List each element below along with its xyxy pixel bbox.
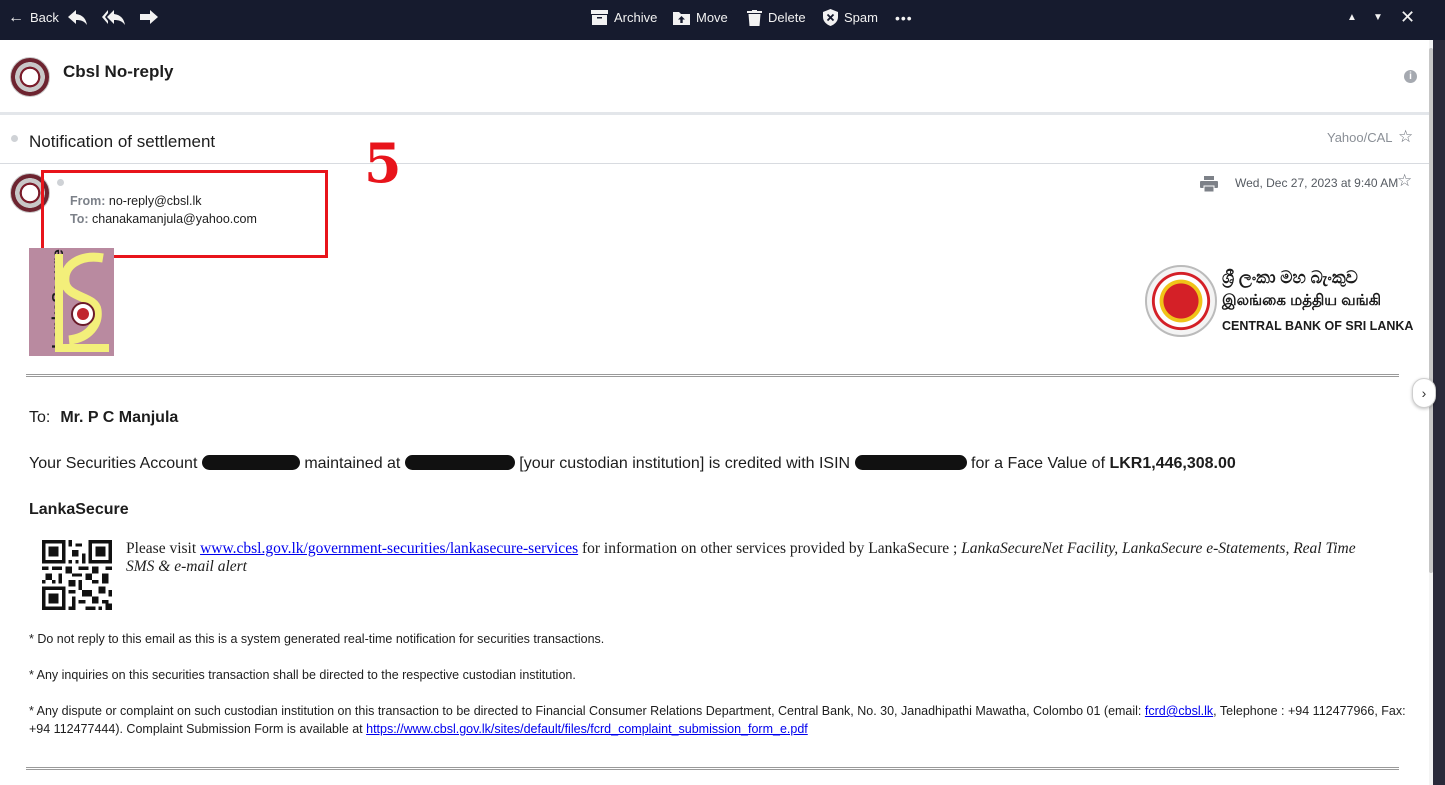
recipient-line: To: Mr. P C Manjula xyxy=(29,409,179,426)
annotation-number: 5 xyxy=(364,131,402,195)
redacted-custodian xyxy=(404,455,515,470)
more-icon: ••• xyxy=(895,9,913,26)
chevron-down-icon: ▼ xyxy=(1373,12,1383,23)
print-icon[interactable] xyxy=(1200,176,1218,192)
move-button[interactable]: Move xyxy=(673,0,728,35)
cb-name-tamil: இலங்கை மத்திய வங்கி xyxy=(1222,292,1382,309)
forward-icon xyxy=(140,9,158,24)
chevron-up-icon: ▲ xyxy=(1347,12,1357,23)
annotation-box xyxy=(41,170,328,258)
reply-icon xyxy=(68,9,87,25)
complaint-form-link[interactable]: https://www.cbsl.gov.lk/sites/default/fi… xyxy=(366,722,808,736)
info-icon[interactable]: i xyxy=(1404,70,1417,83)
message-star-icon[interactable]: ☆ xyxy=(1397,171,1412,191)
sender-header: Cbsl No-reply i xyxy=(0,40,1433,115)
close-button[interactable]: ✕ xyxy=(1400,0,1415,35)
close-icon: ✕ xyxy=(1400,7,1416,27)
lankasecure-logo: LankaSecure xyxy=(29,248,114,356)
back-button[interactable]: ← Back xyxy=(8,0,59,35)
shield-icon xyxy=(823,9,838,26)
sender-name[interactable]: Cbsl No-reply xyxy=(63,62,174,82)
message-date: Wed, Dec 27, 2023 at 9:40 AM xyxy=(1235,176,1399,190)
lankasecure-emblem xyxy=(55,252,109,352)
services-paragraph: Please visit www.cbsl.gov.lk/government-… xyxy=(126,540,1356,575)
delete-button[interactable]: Delete xyxy=(747,0,806,35)
reply-all-icon xyxy=(102,9,125,25)
reply-all-button[interactable] xyxy=(102,0,126,35)
archive-icon xyxy=(591,10,608,25)
trash-icon xyxy=(747,9,762,26)
subject-header: Notification of settlement Yahoo/CAL ☆ xyxy=(0,117,1433,164)
forward-button[interactable] xyxy=(140,0,158,35)
face-value: LKR1,446,308.00 xyxy=(1109,455,1236,472)
fcrd-email-link[interactable]: fcrd@cbsl.lk xyxy=(1145,704,1213,718)
window-backdrop xyxy=(1433,40,1445,785)
recipient-name: Mr. P C Manjula xyxy=(60,409,179,426)
account-credit-line: Your Securities Account maintained at [y… xyxy=(29,455,1236,472)
note-no-reply: * Do not reply to this email as this is … xyxy=(29,632,605,646)
note-inquiries: * Any inquiries on this securities trans… xyxy=(29,668,576,682)
next-message-arrow[interactable]: › xyxy=(1412,378,1436,408)
subject-title: Notification of settlement xyxy=(29,132,216,151)
reply-button[interactable] xyxy=(68,0,88,35)
more-actions-button[interactable]: ••• xyxy=(895,0,913,35)
move-folder-icon xyxy=(673,12,690,25)
qr-code xyxy=(42,540,112,610)
cb-name-english: CENTRAL BANK OF SRI LANKA xyxy=(1222,319,1414,333)
spam-button[interactable]: Spam xyxy=(823,0,878,35)
next-message-button[interactable]: ▼ xyxy=(1373,0,1383,35)
scrollbar-thumb[interactable] xyxy=(1429,48,1433,573)
arrow-left-icon: ← xyxy=(8,8,24,26)
folder-label[interactable]: Yahoo/CAL xyxy=(1327,130,1393,145)
lankasecure-services-link[interactable]: www.cbsl.gov.lk/government-securities/la… xyxy=(200,540,578,557)
cb-name-sinhala: ශ්‍රී ලංකා මහ බැංකුව xyxy=(1222,268,1358,287)
previous-message-button[interactable]: ▲ xyxy=(1347,0,1357,35)
divider-top xyxy=(26,374,1399,377)
central-bank-seal xyxy=(1145,265,1217,337)
sender-avatar[interactable] xyxy=(10,57,50,97)
star-icon[interactable]: ☆ xyxy=(1398,127,1413,147)
read-status-dot[interactable] xyxy=(11,135,18,142)
divider-bottom xyxy=(26,767,1399,770)
message-toolbar: ← Back Archive Move Delete Spam ••• ▲ ▼ … xyxy=(0,0,1445,40)
chevron-right-icon: › xyxy=(1421,385,1427,401)
redacted-account-number xyxy=(201,455,300,470)
note-complaints: * Any dispute or complaint on such custo… xyxy=(29,704,1406,736)
redacted-isin xyxy=(854,455,967,470)
archive-button[interactable]: Archive xyxy=(591,0,657,35)
lankasecure-heading: LankaSecure xyxy=(29,501,129,518)
